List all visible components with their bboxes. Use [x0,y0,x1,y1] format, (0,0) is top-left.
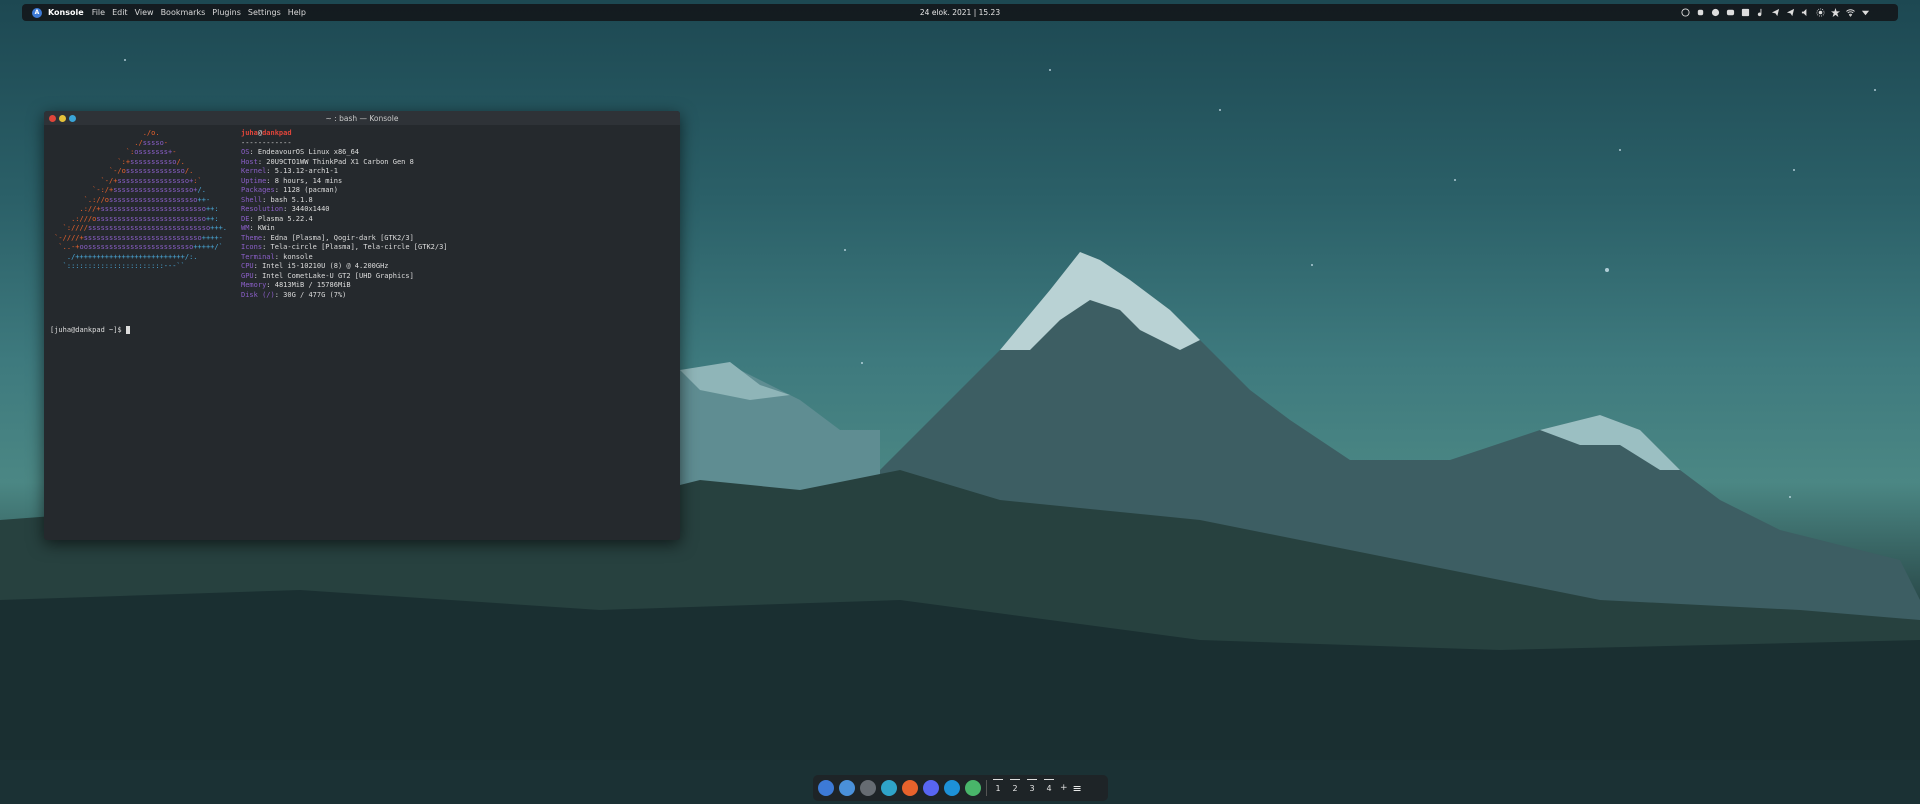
info-line-theme: Theme: Edna [Plasma], Qogir-dark [GTK2/3… [241,233,414,242]
info-line-wm: WM: KWin [241,224,275,232]
workspace-2[interactable]: 2 [1009,778,1021,793]
info-line-kernel: Kernel: 5.13.12-arch1-1 [241,167,338,175]
files-icon[interactable] [839,780,855,796]
shell-prompt[interactable]: [juha@dankpad ~]$ [50,326,130,336]
brightness-icon[interactable] [1816,8,1825,17]
system-tray [1681,8,1870,17]
menu-plugins[interactable]: Plugins [212,8,241,17]
info-line-gpu: GPU: Intel CometLake-U GT2 [UHD Graphics… [241,271,414,280]
info-line-cpu: CPU: Intel i5-10210U (8) @ 4.200GHz [241,262,389,270]
info-line-disk: Disk (/): 30G / 477G (7%) [241,290,347,299]
workspace-3[interactable]: 3 [1026,778,1038,793]
star-icon[interactable] [1831,8,1840,17]
music-icon[interactable] [1756,8,1765,17]
wifi-icon[interactable] [1846,8,1855,17]
info-line-memory: Memory: 4813MiB / 15786MiB [241,281,351,289]
menu-view[interactable]: View [135,8,154,17]
menu-edit[interactable]: Edit [112,8,128,17]
app-launcher-icon[interactable]: A [32,7,42,18]
dock-menu-icon[interactable]: ≡ [1073,782,1082,795]
menu-file[interactable]: File [92,8,105,17]
menu-bookmarks[interactable]: Bookmarks [161,8,206,17]
volume-icon[interactable] [1801,8,1810,17]
add-workspace-button[interactable]: + [1060,783,1068,793]
konsole-window: ~ : bash — Konsole ./o. ./sssso- `:ossss… [44,111,680,540]
system-info: juha@dankpad ------------ OS: EndeavourO… [241,129,448,300]
battery-icon[interactable] [1741,8,1750,17]
info-line-shell: Shell: bash 5.1.8 [241,195,313,204]
username: juha [241,129,258,137]
app-launcher-icon[interactable] [818,780,834,796]
menu-help[interactable]: Help [288,8,306,17]
info-line-resolution: Resolution: 3440x1440 [241,205,330,213]
info-line-host: Host: 20U9CTO1WW ThinkPad X1 Carbon Gen … [241,157,414,166]
store-icon[interactable] [881,780,897,796]
info-line-uptime: Uptime: 8 hours, 14 mins [241,176,343,185]
info-line-de: DE: Plasma 5.22.4 [241,214,313,223]
info-line-terminal: Terminal: konsole [241,252,313,261]
discord-icon[interactable] [923,780,939,796]
maximize-button[interactable] [69,115,76,122]
steam-icon[interactable] [1681,8,1690,17]
telegram-icon[interactable] [1771,8,1780,17]
top-panel: A Konsole File Edit View Bookmarks Plugi… [22,4,1898,21]
info-line-icons: Icons: Tela-circle [Plasma], Tela-circle… [241,243,448,251]
clock[interactable]: 24 elok. 2021 | 15.23 [920,8,1000,17]
info-line-packages: Packages: 1128 (pacman) [241,186,338,194]
discord-icon[interactable] [1711,8,1720,17]
minimize-button[interactable] [59,115,66,122]
endeavouros-ascii-logo: ./o. ./sssso- `:osssssss+- `:+ssssssssss… [50,129,228,270]
window-title: ~ : bash — Konsole [325,113,399,123]
telegram2-icon[interactable] [1786,8,1795,17]
separator: ------------ [241,138,292,147]
terminal-area[interactable]: ./o. ./sssso- `:osssssss+- `:+ssssssssss… [44,125,680,334]
info-line-os: OS: EndeavourOS Linux x86_64 [241,148,360,156]
workspace-1[interactable]: 1 [992,778,1004,793]
window-titlebar[interactable]: ~ : bash — Konsole [44,111,680,125]
workspace-4[interactable]: 4 [1043,778,1055,793]
active-app-name: Konsole [48,8,84,17]
close-button[interactable] [49,115,56,122]
dock-separator [986,780,987,796]
dock: 1 2 3 4 + ≡ [813,775,1108,801]
text-cursor [125,326,130,334]
docker-icon[interactable] [944,780,960,796]
app-icon[interactable] [1696,8,1705,17]
dropdown-icon[interactable] [1861,8,1870,17]
hostname: dankpad [262,129,292,137]
firefox-icon[interactable] [902,780,918,796]
update-icon[interactable] [965,780,981,796]
settings-icon[interactable] [860,780,876,796]
discord2-icon[interactable] [1726,8,1735,17]
menu-settings[interactable]: Settings [248,8,281,17]
